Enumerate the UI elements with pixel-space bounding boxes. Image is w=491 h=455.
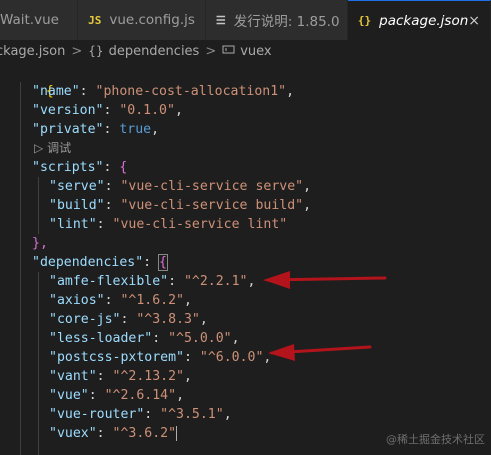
- tab-label: vue.config.js: [109, 12, 195, 28]
- breadcrumb-item-vuex[interactable]: vuex: [240, 44, 271, 59]
- code-editor[interactable]: { "name": "phone-cost-allocation1", "ver…: [0, 62, 491, 455]
- arrow-postcss-pxtorem-head: [268, 344, 295, 361]
- tab-wait-vue[interactable]: Wait.vue: [0, 0, 79, 40]
- watermark: @稀土掘金技术社区: [386, 433, 485, 446]
- javascript-file-icon: JS: [88, 13, 102, 27]
- tab-label: 发行说明: 1.85.0: [233, 14, 340, 30]
- tab-vue-config-js[interactable]: JS vue.config.js: [78, 0, 206, 40]
- tab-release-notes[interactable]: ☰ 发行说明: 1.85.0: [205, 0, 348, 40]
- field-icon: [222, 44, 235, 58]
- json-file-icon: {}: [357, 14, 372, 27]
- breadcrumb-item-dependencies[interactable]: dependencies: [109, 44, 200, 59]
- breadcrumb-separator: >: [71, 43, 83, 59]
- tab-package-json[interactable]: {} package.json ×: [347, 0, 491, 40]
- annotation-arrows: [262, 271, 387, 361]
- object-icon: {}: [88, 44, 104, 58]
- close-icon[interactable]: ×: [468, 13, 480, 29]
- tab-label: package.json: [379, 12, 469, 29]
- breadcrumb: ckage.json > {} dependencies > vuex: [0, 40, 491, 62]
- editor-tab-bar: Wait.vue JS vue.config.js ☰ 发行说明: 1.85.0…: [0, 0, 491, 41]
- breadcrumb-item-file[interactable]: ckage.json: [0, 44, 65, 59]
- breadcrumb-separator: >: [205, 43, 217, 59]
- document-icon: ☰: [215, 13, 226, 27]
- arrow-amfe-flexible-head: [264, 271, 290, 289]
- tab-label: Wait.vue: [0, 12, 59, 28]
